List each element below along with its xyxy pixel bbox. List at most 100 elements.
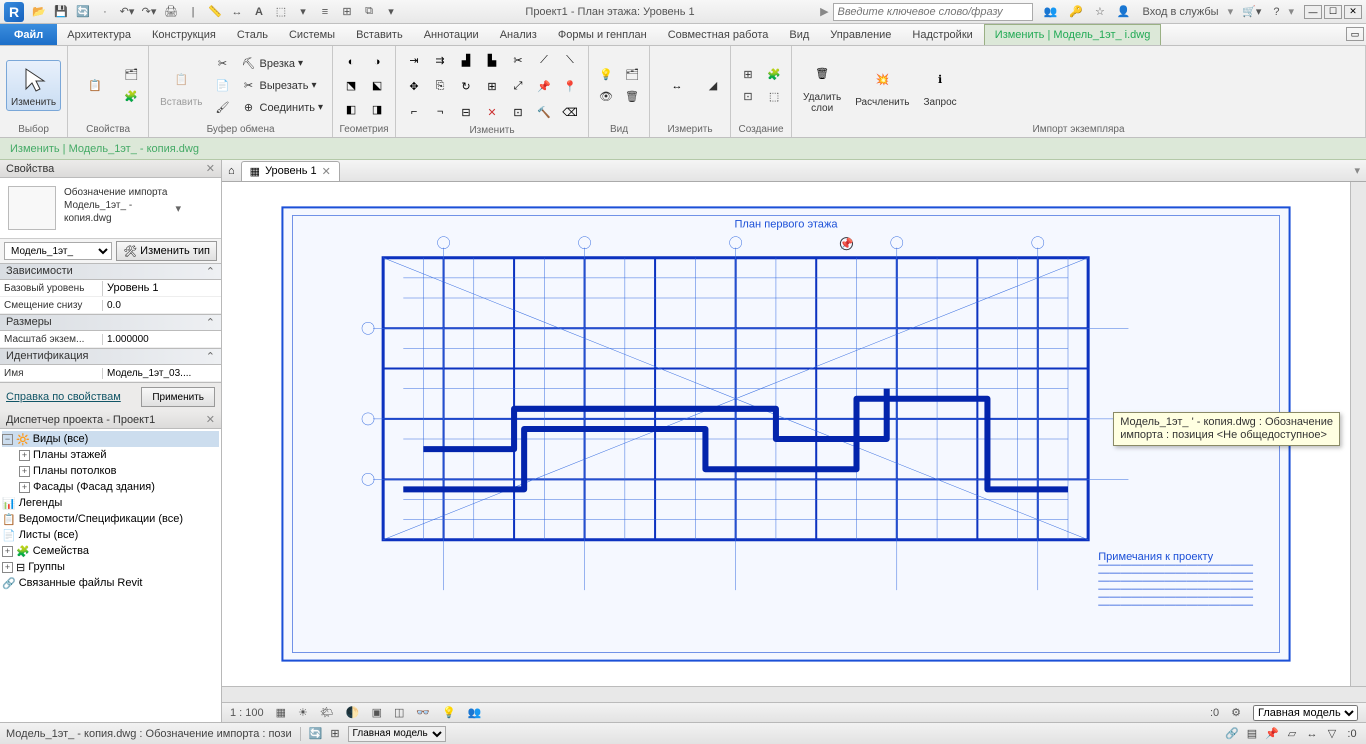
- reveal-icon[interactable]: 💡: [440, 706, 458, 719]
- qat-open-icon[interactable]: 📂: [30, 3, 48, 21]
- scale-icon[interactable]: ⤢: [506, 74, 530, 98]
- split-icon[interactable]: ✂: [506, 48, 530, 72]
- edit-type-button[interactable]: 🛠Изменить тип: [116, 241, 217, 261]
- qat-redo-icon[interactable]: ↷▾: [140, 3, 158, 21]
- cutgeom-button[interactable]: ✂Вырезать ▾: [238, 76, 327, 96]
- properties-type-selector[interactable]: Обозначение импорта Модель_1эт_ - копия.…: [0, 178, 221, 239]
- visual-style-icon[interactable]: ☀: [296, 706, 310, 719]
- tree-elevations[interactable]: +Фасады (Фасад здания): [2, 479, 219, 495]
- view-override-icon[interactable]: 🗂: [621, 65, 643, 85]
- qat-section-icon[interactable]: ▾: [294, 3, 312, 21]
- unpin-icon[interactable]: 📍: [558, 74, 582, 98]
- modify-tool-button[interactable]: Изменить: [6, 60, 61, 111]
- explode-button[interactable]: 💥Расчленить: [850, 60, 914, 111]
- qat-switch-icon[interactable]: ⧉: [360, 3, 378, 21]
- horizontal-scrollbar[interactable]: [222, 686, 1366, 702]
- prop-offset-value[interactable]: 0.0: [102, 300, 221, 311]
- trim-multi-icon[interactable]: ¬: [428, 100, 452, 124]
- geom-icon-5[interactable]: ◧: [339, 99, 363, 121]
- tab-architecture[interactable]: Архитектура: [57, 24, 142, 45]
- shadows-icon[interactable]: 🌓: [344, 706, 362, 719]
- tree-links[interactable]: 🔗Связанные файлы Revit: [2, 575, 219, 591]
- tab-insert[interactable]: Вставить: [346, 24, 414, 45]
- split-gap-icon[interactable]: ⊟: [454, 100, 478, 124]
- search-input[interactable]: [833, 3, 1033, 21]
- qat-3d-icon[interactable]: ⬚: [272, 3, 290, 21]
- copy-button[interactable]: 📄: [212, 76, 234, 96]
- tree-families[interactable]: +🧩Семейства: [2, 543, 219, 559]
- measure-button[interactable]: ↔: [656, 67, 698, 105]
- props-section-size[interactable]: Размеры⌃: [0, 314, 221, 331]
- tab-modify-context[interactable]: Изменить | Модель_1эт_ і.dwg: [984, 24, 1162, 45]
- binoculars-icon[interactable]: 👥: [1041, 5, 1061, 18]
- geom-icon-1[interactable]: ◐: [339, 51, 363, 73]
- tab-structure[interactable]: Конструкция: [142, 24, 227, 45]
- mirror-pick-icon[interactable]: ▟: [454, 48, 478, 72]
- query-button[interactable]: ℹЗапрос: [919, 60, 962, 111]
- tab-massing[interactable]: Формы и генплан: [548, 24, 658, 45]
- scale-button[interactable]: 1 : 100: [228, 707, 266, 719]
- tab-steel[interactable]: Сталь: [227, 24, 279, 45]
- create-similar-icon[interactable]: ⊞: [737, 65, 759, 85]
- help-button[interactable]: ?: [1270, 6, 1282, 18]
- properties-help-link[interactable]: Справка по свойствам: [6, 391, 121, 403]
- worksharing-icon[interactable]: 👥: [466, 706, 484, 719]
- detail-level-icon[interactable]: ▦: [274, 706, 288, 719]
- maximize-button[interactable]: ☐: [1324, 5, 1342, 19]
- tab-analyze[interactable]: Анализ: [490, 24, 548, 45]
- status-select-underlay-icon[interactable]: ▤: [1244, 726, 1260, 742]
- temp-hide-icon[interactable]: 👓: [414, 706, 432, 719]
- tree-floorplans[interactable]: +Планы этажей: [2, 447, 219, 463]
- align-icon[interactable]: ⇥: [402, 48, 426, 72]
- crop-icon[interactable]: ▣: [370, 706, 384, 719]
- tree-ceilings[interactable]: +Планы потолков: [2, 463, 219, 479]
- qat-custom-icon[interactable]: ▾: [382, 3, 400, 21]
- properties-button[interactable]: 📋: [74, 67, 116, 105]
- qat-save-icon[interactable]: 💾: [52, 3, 70, 21]
- main-model-select[interactable]: Главная модель: [1251, 705, 1360, 721]
- vertical-scrollbar[interactable]: [1350, 182, 1366, 686]
- rotate-icon[interactable]: ↻: [454, 74, 478, 98]
- geom-icon-6[interactable]: ◨: [365, 99, 389, 121]
- qat-sync-icon[interactable]: 🔄: [74, 3, 92, 21]
- view-tab-close-icon[interactable]: ✕: [322, 165, 331, 178]
- status-select-pinned-icon[interactable]: 📌: [1264, 726, 1280, 742]
- group-icon[interactable]: ⊡: [506, 100, 530, 124]
- tree-groups[interactable]: +⊟Группы: [2, 559, 219, 575]
- props-section-dependencies[interactable]: Зависимости⌃: [0, 263, 221, 280]
- tree-views[interactable]: −🔆Виды (все): [2, 431, 219, 447]
- login-link[interactable]: Вход в службы: [1140, 6, 1222, 18]
- status-model-select[interactable]: Главная модель: [348, 726, 446, 742]
- mirror-draw-icon[interactable]: ▙: [480, 48, 504, 72]
- qat-thin-icon[interactable]: ≡: [316, 3, 334, 21]
- join-button[interactable]: ⊕Соединить ▾: [238, 98, 327, 118]
- tab-collab[interactable]: Совместная работа: [658, 24, 780, 45]
- minimize-button[interactable]: —: [1304, 5, 1322, 19]
- view-tabs-overflow[interactable]: ▾: [1354, 164, 1360, 177]
- view-reset-icon[interactable]: 🗑: [621, 87, 643, 107]
- array-icon[interactable]: ⊞: [480, 74, 504, 98]
- qat-close-icon[interactable]: ⊞: [338, 3, 356, 21]
- qat-text-icon[interactable]: A: [250, 3, 268, 21]
- geom-icon-4[interactable]: ⬕: [365, 75, 389, 97]
- tree-legends[interactable]: 📊Легенды: [2, 495, 219, 511]
- project-browser[interactable]: −🔆Виды (все) +Планы этажей +Планы потолк…: [0, 429, 221, 722]
- status-sync-icon[interactable]: 🔄: [309, 727, 323, 740]
- cut-button[interactable]: ✂: [212, 54, 234, 74]
- extend-icon[interactable]: ⟍: [558, 48, 582, 72]
- status-select-links-icon[interactable]: 🔗: [1224, 726, 1240, 742]
- prop-name-value[interactable]: Модель_1эт_03....: [102, 368, 221, 379]
- paste-button[interactable]: 📋Вставить: [155, 60, 207, 111]
- user-icon[interactable]: 👤: [1114, 5, 1134, 18]
- close-button[interactable]: ✕: [1344, 5, 1362, 19]
- status-filter-icon[interactable]: ▽: [1324, 726, 1340, 742]
- doc-panel-button[interactable]: ▭: [1346, 27, 1364, 41]
- create-group-icon[interactable]: ⊡: [737, 87, 759, 107]
- tab-systems[interactable]: Системы: [279, 24, 346, 45]
- cope-button[interactable]: ⛏Врезка ▾: [238, 54, 327, 74]
- tab-view[interactable]: Вид: [779, 24, 820, 45]
- geom-icon-2[interactable]: ◑: [365, 51, 389, 73]
- family-instance-select[interactable]: Модель_1эт_: [4, 242, 112, 260]
- tab-annotate[interactable]: Аннотации: [414, 24, 490, 45]
- demo-icon[interactable]: 🔨: [532, 100, 556, 124]
